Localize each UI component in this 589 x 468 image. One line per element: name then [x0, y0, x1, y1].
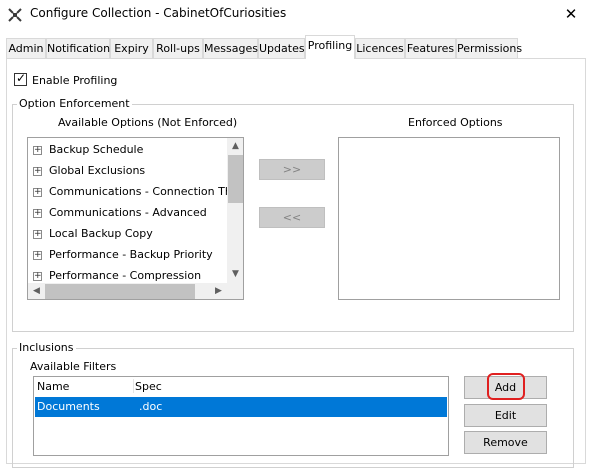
move-to-enforced-button[interactable]: >> — [259, 159, 325, 180]
tab-messages[interactable]: Messages — [203, 38, 258, 58]
scroll-left-icon[interactable]: ◀ — [28, 283, 45, 299]
vertical-scrollbar[interactable]: ▲ ▼ — [227, 138, 243, 283]
expand-icon[interactable]: + — [33, 272, 42, 281]
column-header-spec[interactable]: Spec — [135, 380, 162, 393]
inclusions-legend: Inclusions — [17, 341, 76, 354]
enforced-options-header: Enforced Options — [408, 116, 503, 129]
available-filters-label: Available Filters — [30, 360, 117, 373]
expand-icon[interactable]: + — [33, 188, 42, 197]
scroll-right-icon[interactable]: ▶ — [210, 283, 227, 299]
app-icon — [8, 8, 22, 22]
expand-icon[interactable]: + — [33, 209, 42, 218]
add-button-highlight — [487, 373, 525, 400]
filter-spec-cell: .doc — [139, 400, 163, 413]
option-enforcement-legend: Option Enforcement — [17, 97, 132, 110]
filter-name-cell: Documents — [37, 400, 100, 413]
column-header-name[interactable]: Name — [37, 380, 69, 393]
tab-strip: Admin Notification Expiry Roll-ups Messa… — [6, 35, 586, 59]
enforced-options-list[interactable] — [338, 137, 560, 300]
expand-icon[interactable]: + — [33, 167, 42, 176]
tab-licences[interactable]: Licences — [355, 38, 405, 58]
horizontal-scrollbar[interactable]: ◀ ▶ — [28, 283, 227, 299]
tab-permissions[interactable]: Permissions — [456, 38, 522, 58]
available-options-header: Available Options (Not Enforced) — [58, 116, 238, 129]
close-icon[interactable]: ✕ — [556, 2, 586, 28]
option-label: Global Exclusions — [49, 164, 146, 177]
table-row[interactable]: Documents .doc — [35, 397, 447, 417]
option-label: Communications - Advanced — [49, 206, 207, 219]
option-label: Backup Schedule — [49, 143, 144, 156]
expand-icon[interactable]: + — [33, 146, 42, 155]
scroll-up-icon[interactable]: ▲ — [227, 138, 243, 155]
option-label: Performance - Backup Priority — [49, 248, 213, 261]
option-label: Performance - Compression — [49, 269, 202, 282]
tab-notification[interactable]: Notification — [46, 38, 110, 58]
enable-profiling-label[interactable]: Enable Profiling — [32, 74, 117, 87]
tab-admin[interactable]: Admin — [6, 38, 46, 58]
tab-expiry[interactable]: Expiry — [110, 38, 153, 58]
window-title: Configure Collection - CabinetOfCuriosit… — [30, 6, 287, 20]
tab-updates[interactable]: Updates — [258, 38, 305, 58]
enable-profiling-checkbox[interactable]: ✓ — [14, 71, 27, 86]
expand-icon[interactable]: + — [33, 251, 42, 260]
horizontal-scroll-thumb[interactable] — [45, 284, 195, 299]
option-label: Communications - Connection Throttl — [49, 185, 244, 198]
filters-table[interactable]: Name Spec Documents .doc — [33, 376, 449, 456]
title-bar: Configure Collection - CabinetOfCuriosit… — [0, 0, 589, 30]
expand-icon[interactable]: + — [33, 230, 42, 239]
scroll-corner — [227, 283, 243, 299]
column-divider[interactable] — [133, 379, 134, 393]
tab-profiling[interactable]: Profiling — [305, 35, 355, 59]
vertical-scroll-thumb[interactable] — [228, 155, 243, 203]
scroll-down-icon[interactable]: ▼ — [227, 266, 243, 283]
remove-filter-button[interactable]: Remove — [464, 431, 547, 454]
available-options-tree[interactable]: + Backup Schedule + Global Exclusions + … — [27, 137, 244, 300]
option-label: Local Backup Copy — [49, 227, 153, 240]
tab-roll-ups[interactable]: Roll-ups — [153, 38, 203, 58]
tab-features[interactable]: Features — [405, 38, 456, 58]
move-to-available-button[interactable]: << — [259, 207, 325, 228]
edit-filter-button[interactable]: Edit — [464, 404, 547, 427]
checkmark-icon: ✓ — [16, 71, 27, 85]
